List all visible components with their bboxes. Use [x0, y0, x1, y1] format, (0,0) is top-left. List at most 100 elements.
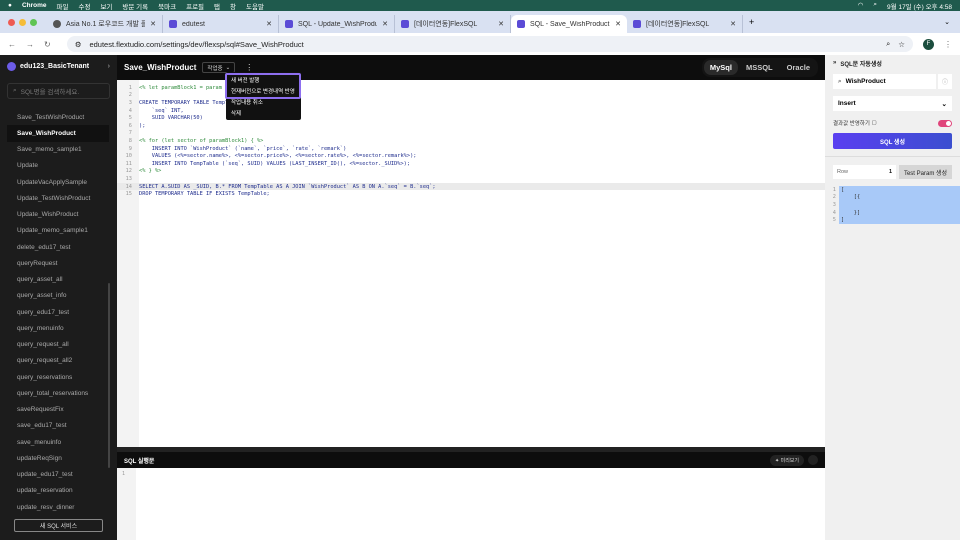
code-line: 13	[117, 175, 825, 183]
sidebar-item[interactable]: delete_edu17_test	[7, 239, 109, 255]
close-tab-icon[interactable]: ✕	[266, 20, 272, 28]
sidebar-item[interactable]: Save_WishProduct	[7, 125, 109, 142]
reload-icon[interactable]: ↻	[44, 40, 51, 49]
app-menu[interactable]: Chrome	[22, 2, 47, 9]
browser-tab[interactable]: [데이터연동]FlexSQL ✕	[395, 15, 511, 33]
collapse-icon[interactable]: »	[833, 60, 836, 66]
code-text: VALUES (<%=sector.name%>, <%=sector.pric…	[139, 153, 417, 160]
sidebar-item[interactable]: save_edu17_test	[7, 418, 109, 434]
row-count-input[interactable]: Row 1	[833, 165, 896, 179]
browser-tab[interactable]: edutest ✕	[163, 15, 279, 33]
table-name-input[interactable]: ⌕ WishProduct	[833, 74, 936, 89]
new-sql-service-button[interactable]: 새 SQL 서비스	[14, 519, 103, 532]
json-text: ]	[839, 216, 960, 224]
sidebar-item[interactable]: query_reservations	[7, 369, 109, 385]
json-line: 2 [{	[825, 193, 960, 202]
profile-avatar[interactable]: F	[923, 38, 934, 50]
browser-tab[interactable]: Asia No.1 로우코드 개발 플랫폼 | ✕	[47, 15, 163, 33]
sidebar-item[interactable]: query_total_reservations	[7, 385, 109, 401]
line-number: 1	[128, 84, 132, 91]
new-tab-button[interactable]: +	[749, 17, 754, 27]
sidebar-item[interactable]: update_reservation	[7, 483, 109, 499]
chrome-menu-icon[interactable]: ⋮	[944, 40, 952, 49]
menu-history[interactable]: 방문 기록	[122, 1, 148, 11]
tab-list-chevron-icon[interactable]: ⌄	[944, 18, 950, 26]
menu-file[interactable]: 파일	[57, 1, 69, 11]
sidebar-item[interactable]: query_request_all2	[7, 353, 109, 369]
sql-search-input[interactable]: ⌕ SQL명을 검색하세요.	[7, 83, 110, 99]
sidebar-item[interactable]: save_menuinfo	[7, 434, 109, 450]
sidebar-item[interactable]: query_request_all	[7, 337, 109, 353]
bookmark-star-icon[interactable]: ☆	[898, 40, 905, 49]
generate-sql-button[interactable]: SQL 생성	[833, 133, 952, 149]
browser-tab[interactable]: [데이터연동]FlexSQL ✕	[627, 15, 743, 33]
close-tab-icon[interactable]: ✕	[150, 20, 156, 28]
menu-item-delete[interactable]: 삭제	[226, 107, 301, 118]
preview-button[interactable]: ✦ 미리보기	[770, 454, 804, 466]
info-icon[interactable]: ⓘ	[938, 74, 952, 89]
menu-tab[interactable]: 탭	[214, 1, 220, 11]
search-icon[interactable]: ⌕	[873, 1, 877, 11]
menu-profiles[interactable]: 프로필	[186, 1, 204, 11]
wifi-icon[interactable]: ◠	[858, 1, 864, 11]
forward-icon[interactable]: →	[26, 40, 34, 49]
code-area[interactable]: 1 <% let paramBlock1 = param 2 3 CREATE TEMP…	[117, 80, 825, 447]
sidebar-scrollbar[interactable]	[108, 283, 110, 468]
tab-mysql[interactable]: MySql	[703, 60, 738, 75]
sidebar-item[interactable]: query_asset_all	[7, 272, 109, 288]
menu-help[interactable]: 도움말	[246, 1, 264, 11]
search-icon: ⌕	[13, 87, 17, 94]
sidebar-item[interactable]: saveRequestFix	[7, 402, 109, 418]
reflect-result-toggle[interactable]	[938, 119, 952, 127]
sidebar-item[interactable]: query_asset_info	[7, 288, 109, 304]
tab-title: SQL - Update_WishProduct	[298, 20, 378, 28]
menu-window[interactable]: 창	[230, 1, 236, 11]
browser-tab[interactable]: SQL - Update_WishProduct ✕	[279, 15, 395, 33]
sidebar-item[interactable]: UpdateVacApplySample	[7, 174, 109, 190]
sidebar-item[interactable]: update_edu17_test	[7, 467, 109, 483]
sidebar-item[interactable]: Save_memo_sample1	[7, 142, 109, 158]
sidebar-item[interactable]: Save_TestWishProduct	[7, 109, 109, 125]
menu-edit[interactable]: 수정	[78, 1, 90, 11]
clock[interactable]: 9월 17일 (수) 오후 4:58	[887, 1, 952, 11]
test-param-editor[interactable]: 1[2 [{3 4 }] 5]	[825, 186, 960, 224]
test-param-button[interactable]: Test Param 생성	[899, 165, 952, 179]
line-number: 13	[125, 175, 132, 182]
sidebar-item[interactable]: Update_memo_sample1	[7, 223, 109, 239]
copy-icon[interactable]	[808, 455, 818, 465]
zoom-icon[interactable]: ⌕	[886, 39, 890, 49]
result-pane-body[interactable]: 1	[117, 468, 825, 540]
close-tab-icon[interactable]: ✕	[382, 20, 388, 28]
json-line: 4 }]	[825, 208, 960, 217]
sidebar-item[interactable]: Update_WishProduct	[7, 207, 109, 223]
back-icon[interactable]: ←	[8, 40, 16, 49]
tab-oracle[interactable]: Oracle	[781, 60, 816, 75]
sidebar-item[interactable]: update_resv_dinner	[7, 499, 109, 515]
more-options-icon[interactable]: ⋮	[245, 63, 253, 72]
sidebar-item[interactable]: queryRequest	[7, 255, 109, 271]
chevron-down-icon: ⌄	[941, 100, 947, 108]
maximize-window-button[interactable]	[30, 18, 37, 26]
close-tab-icon[interactable]: ✕	[615, 20, 621, 28]
minimize-window-button[interactable]	[19, 18, 26, 26]
reflect-result-row: 결과값 반영하기 ▢	[833, 118, 952, 128]
browser-tab-active[interactable]: SQL - Save_WishProduct ✕	[511, 15, 627, 33]
close-window-button[interactable]	[8, 18, 15, 26]
close-tab-icon[interactable]: ✕	[730, 20, 736, 28]
tab-mssql[interactable]: MSSQL	[740, 60, 779, 75]
tenant-selector[interactable]: edu123_BasicTenant ›	[0, 55, 117, 77]
apple-icon[interactable]: ●	[8, 2, 12, 9]
sidebar-item[interactable]: query_menuinfo	[7, 320, 109, 336]
sidebar-item[interactable]: Update	[7, 158, 109, 174]
operation-select[interactable]: Insert ⌄	[833, 96, 952, 111]
menu-bookmarks[interactable]: 북마크	[158, 1, 176, 11]
line-number: 1	[832, 186, 836, 193]
sidebar-item[interactable]: updateReqSign	[7, 450, 109, 466]
menu-view[interactable]: 보기	[100, 1, 112, 11]
url-field[interactable]: ⚙ edutest.flextudio.com/settings/dev/flex…	[66, 36, 913, 52]
site-settings-icon[interactable]: ⚙	[75, 40, 82, 49]
close-tab-icon[interactable]: ✕	[498, 20, 504, 28]
sidebar-item[interactable]: Update_TestWishProduct	[7, 190, 109, 206]
line-number: 3	[128, 99, 132, 106]
sidebar-item[interactable]: query_edu17_test	[7, 304, 109, 320]
